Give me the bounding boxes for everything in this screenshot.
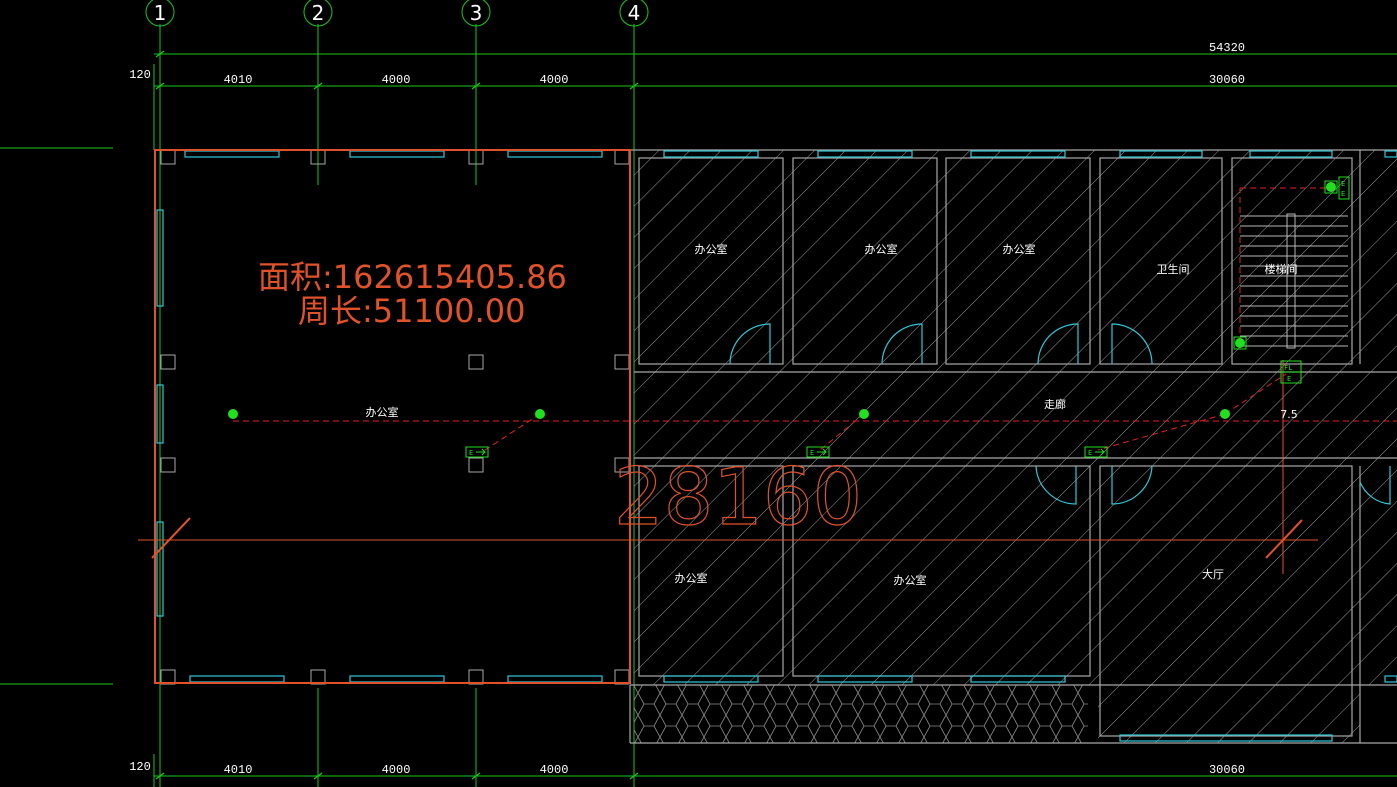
axis-label-4: 4	[628, 1, 641, 25]
section-tick-left	[151, 517, 191, 559]
room-label-stair: 楼梯间	[1265, 262, 1298, 276]
exit-sign-icon: E	[465, 446, 489, 458]
room-label-office-bottom-1: 办公室	[675, 571, 708, 585]
room-label-office-top-1: 办公室	[695, 242, 728, 256]
dim-bottom-seg-2: 4000	[382, 763, 411, 777]
room-label-office-left: 办公室	[366, 405, 399, 419]
measurement-readout: 面积:162615405.86 周长:51100.00	[258, 258, 567, 330]
cad-canvas[interactable]: 1 2 3 4 54320 120 4010 4000 4000 30060 1…	[0, 0, 1397, 787]
dim-bottom-seg-1: 4010	[224, 763, 253, 777]
dim-top-seg-1: 4010	[224, 73, 253, 87]
axis-label-2: 2	[312, 1, 325, 25]
lamp-icon	[859, 409, 869, 419]
lamp-icon	[228, 409, 238, 419]
dim-total: 54320	[1209, 41, 1245, 55]
svg-text:E: E	[1287, 375, 1291, 383]
dimension-text-bottom: 120 4010 4000 4000 30060	[129, 760, 1245, 777]
dim-top-seg-4: 30060	[1209, 73, 1245, 87]
lamp-icon	[535, 409, 545, 419]
big-dimension-text: 28160	[614, 453, 862, 543]
axis-bubbles: 1 2 3 4	[145, 0, 649, 27]
room-label-office-bottom-2: 办公室	[894, 573, 927, 587]
axis-label-3: 3	[470, 1, 483, 25]
dim-bottom-seg-3: 4000	[540, 763, 569, 777]
dim-top-seg-3: 4000	[540, 73, 569, 87]
dim-top-seg-2: 4000	[382, 73, 411, 87]
svg-text:E: E	[469, 449, 473, 457]
dim-offset-bottom: 120	[129, 760, 151, 774]
lamp-icon	[1220, 409, 1230, 419]
room-label-hall: 大厅	[1202, 567, 1224, 581]
area-readout: 面积:162615405.86	[258, 258, 567, 296]
lamp-icon	[1326, 182, 1336, 192]
lamp-icon	[1235, 338, 1245, 348]
dimension-text-top: 54320 120 4010 4000 4000 30060	[129, 41, 1245, 87]
dim-bottom-seg-4: 30060	[1209, 763, 1245, 777]
svg-text:FL: FL	[1284, 364, 1292, 372]
room-label-office-top-2: 办公室	[865, 242, 898, 256]
svg-text:E: E	[1341, 180, 1345, 188]
room-label-toilet: 卫生间	[1157, 262, 1190, 276]
svg-text:E: E	[1341, 190, 1345, 198]
perimeter-readout: 周长:51100.00	[298, 292, 525, 330]
dim-offset-top: 120	[129, 68, 151, 82]
room-label-office-top-3: 办公室	[1003, 242, 1036, 256]
axis-label-1: 1	[154, 1, 167, 25]
room-label-corridor: 走廊	[1044, 397, 1066, 411]
slope-label: 7.5	[1280, 408, 1298, 421]
svg-text:E: E	[1088, 449, 1092, 457]
